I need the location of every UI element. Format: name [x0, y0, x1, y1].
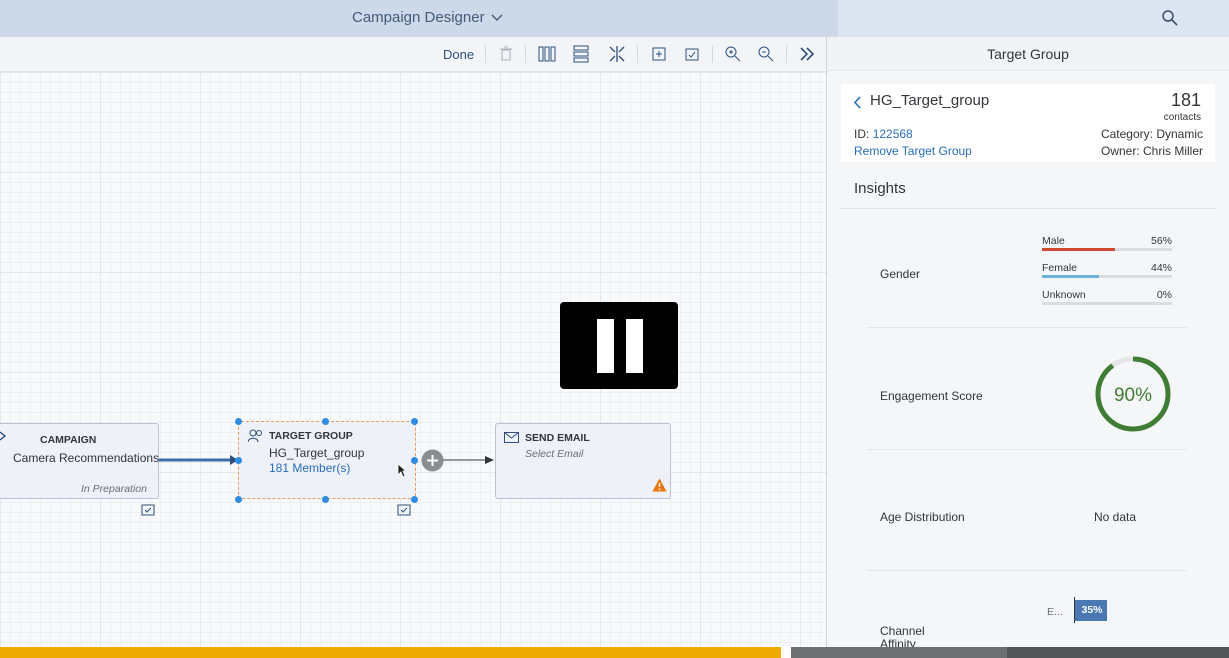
- pause-button[interactable]: [560, 302, 678, 389]
- back-chevron-icon[interactable]: [853, 96, 862, 109]
- expand-panel-icon[interactable]: [798, 45, 816, 63]
- campaign-node-name: Camera Recommendations: [13, 451, 160, 465]
- remove-target-group-link[interactable]: Remove Target Group: [854, 144, 972, 158]
- resize-handle[interactable]: [235, 457, 242, 464]
- contact-unit: contacts: [1163, 112, 1201, 123]
- search-icon[interactable]: [1161, 9, 1179, 27]
- app-title-menu[interactable]: Campaign Designer: [352, 9, 503, 26]
- gender-label: Gender: [880, 267, 921, 281]
- campaign-node-status: In Preparation: [81, 483, 147, 495]
- add-before-icon[interactable]: [650, 45, 668, 63]
- send-email-node[interactable]: SEND EMAIL Select Email: [495, 423, 671, 499]
- gender-bar: [1042, 275, 1172, 278]
- gender-row-label: Male: [1042, 235, 1065, 247]
- connectors: [157, 455, 494, 465]
- target-group-node[interactable]: TARGET GROUP HG_Target_group 181 Member(…: [238, 421, 416, 499]
- gender-row-label: Female: [1042, 262, 1078, 274]
- target-group-summary-card: HG_Target_group 181 contacts ID: 122568 …: [841, 84, 1215, 162]
- app-title: Campaign Designer: [352, 9, 485, 26]
- insights-heading: Insights: [854, 180, 906, 197]
- gender-bar: [1042, 302, 1172, 305]
- contact-count: 181: [1170, 90, 1201, 110]
- schedule-icon[interactable]: [141, 503, 155, 516]
- engagement-score-label: Engagement Score: [880, 389, 983, 403]
- engagement-score-value: 90%: [1114, 385, 1152, 406]
- done-button[interactable]: Done: [443, 47, 474, 62]
- resize-handle[interactable]: [235, 418, 242, 425]
- add-step-icon[interactable]: [421, 449, 444, 472]
- resize-handle[interactable]: [411, 457, 418, 464]
- target-group-name: HG_Target_group: [870, 92, 990, 109]
- target-group-node-title: TARGET GROUP: [269, 430, 353, 442]
- send-email-node-subtitle[interactable]: Select Email: [525, 448, 583, 460]
- add-after-icon[interactable]: [683, 45, 701, 63]
- flow-canvas[interactable]: CAMPAIGN Camera Recommendations In Prepa…: [0, 72, 826, 646]
- warning-icon[interactable]: [652, 478, 667, 492]
- envelope-icon: [504, 432, 519, 443]
- target-group-members[interactable]: 181 Member(s): [269, 461, 350, 475]
- engagement-donut: 90%: [1095, 356, 1171, 432]
- insights-list: Gender Male 56% Female 44% Unknown 0% En…: [841, 209, 1215, 651]
- delete-icon[interactable]: [497, 45, 515, 63]
- category-text: Category: Dynamic: [1100, 127, 1203, 141]
- video-progress-bar[interactable]: [0, 647, 781, 658]
- resize-handle[interactable]: [411, 418, 418, 425]
- vertical-layout-icon[interactable]: [572, 45, 590, 63]
- target-group-icon: [248, 429, 262, 443]
- age-distribution-value: No data: [1094, 510, 1137, 524]
- shell-bar: Campaign Designer: [0, 0, 1229, 37]
- channel-row-value: 35%: [1081, 604, 1103, 616]
- schedule-icon[interactable]: [397, 503, 411, 516]
- gender-bar: [1042, 248, 1172, 251]
- canvas-toolbar: Done: [0, 37, 826, 72]
- channel-row-label: E...: [1047, 606, 1063, 618]
- gender-row-pct: 56%: [1150, 235, 1172, 247]
- id-label: ID:: [854, 127, 870, 141]
- gender-row-pct: 44%: [1150, 262, 1172, 274]
- owner-text: Owner: Chris Miller: [1100, 144, 1203, 158]
- channel-bar: 35%: [1075, 600, 1107, 621]
- resize-handle[interactable]: [322, 496, 329, 503]
- resize-handle[interactable]: [235, 496, 242, 503]
- chevron-right-icon: [0, 431, 7, 441]
- collapse-icon[interactable]: [608, 45, 626, 63]
- resize-handle[interactable]: [322, 418, 329, 425]
- chevron-down-icon: [491, 14, 503, 21]
- mouse-cursor-icon: [397, 463, 407, 478]
- target-group-panel: Target Group HG_Target_group 181 contact…: [827, 37, 1229, 651]
- zoom-out-icon[interactable]: [757, 45, 775, 63]
- id-value-link[interactable]: 122568: [873, 127, 913, 141]
- channel-affinity-label: Channel: [880, 624, 925, 638]
- target-group-node-name: HG_Target_group: [269, 446, 365, 460]
- campaign-node-title: CAMPAIGN: [40, 434, 97, 446]
- send-email-node-title: SEND EMAIL: [525, 432, 590, 444]
- panel-title: Target Group: [987, 46, 1069, 62]
- gender-row-pct: 0%: [1156, 289, 1172, 301]
- age-distribution-label: Age Distribution: [880, 510, 965, 524]
- horizontal-layout-icon[interactable]: [538, 45, 556, 63]
- zoom-in-icon[interactable]: [724, 45, 742, 63]
- gender-row-label: Unknown: [1042, 289, 1086, 301]
- resize-handle[interactable]: [411, 496, 418, 503]
- campaign-node[interactable]: CAMPAIGN Camera Recommendations In Prepa…: [0, 423, 159, 499]
